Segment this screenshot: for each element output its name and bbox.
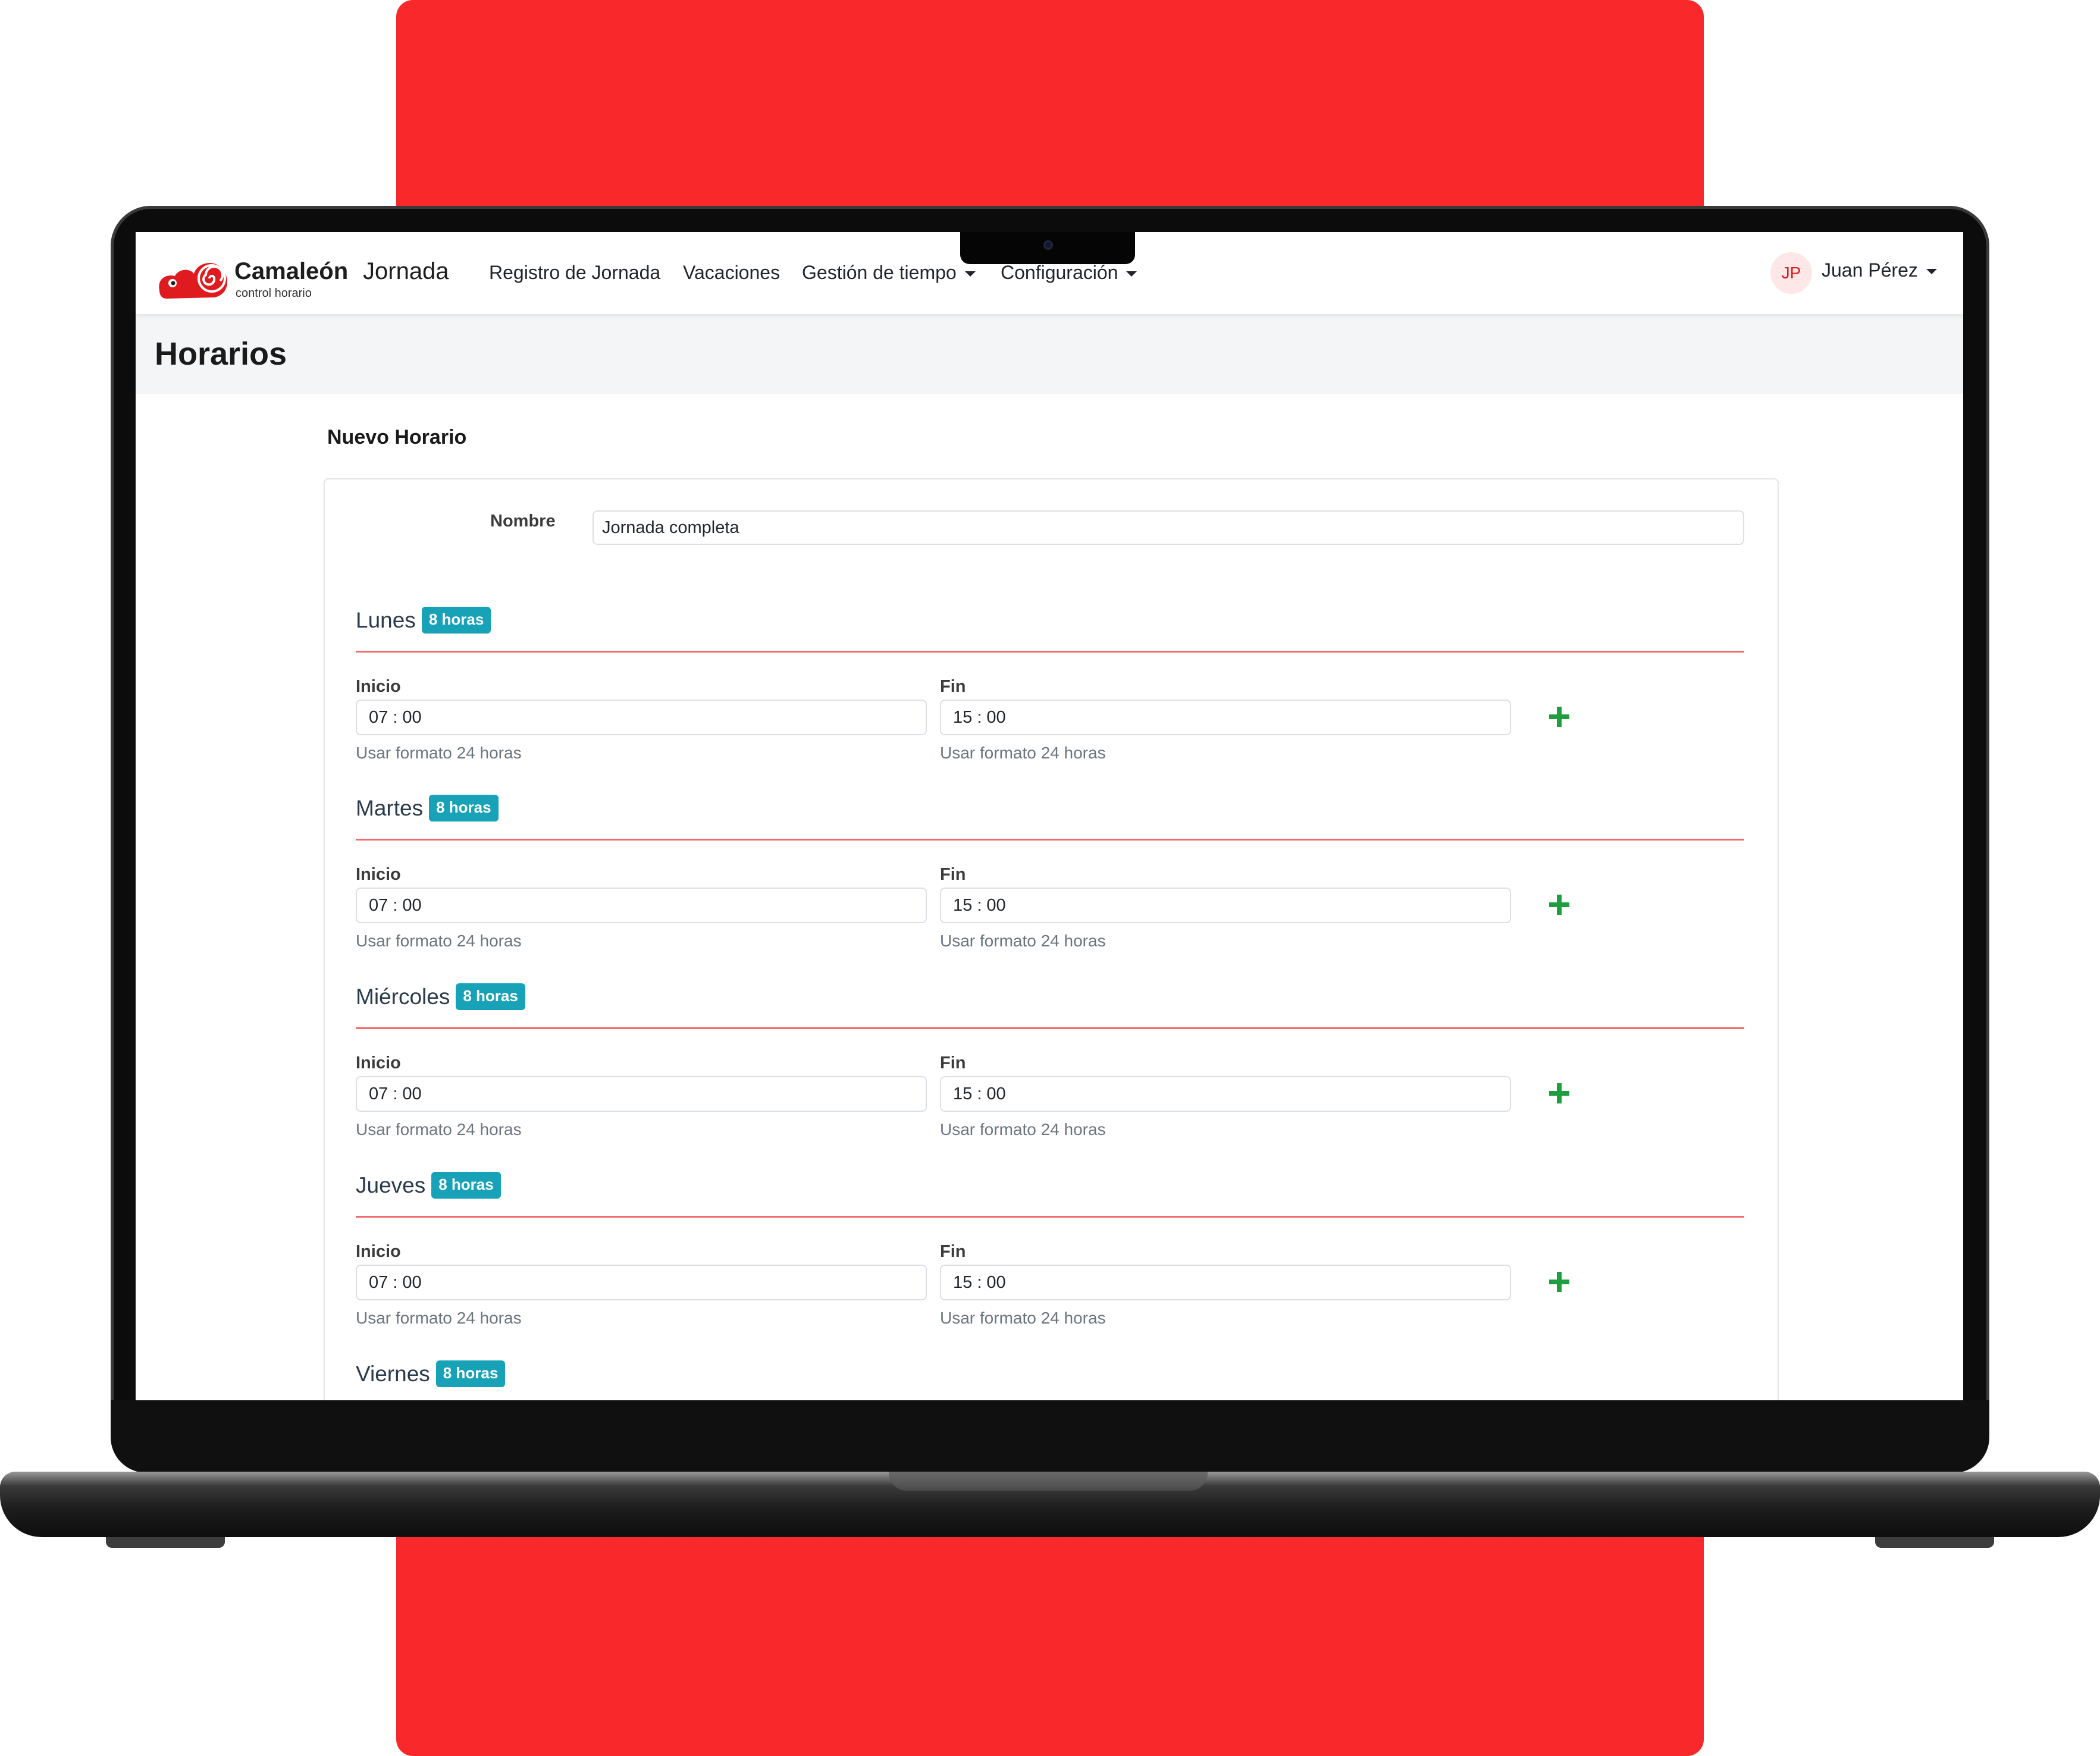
caret-down-icon	[964, 271, 976, 277]
fin-time-input[interactable]: 15 : 00	[940, 700, 1511, 735]
inicio-label: Inicio	[356, 1242, 401, 1261]
brand-logo[interactable]: Camaleón Jornada control horario	[155, 253, 449, 307]
laptop-chin	[111, 1400, 1989, 1473]
laptop-foot-right	[1875, 1537, 1994, 1548]
inicio-hint: Usar formato 24 horas	[356, 1309, 522, 1327]
caret-down-icon	[1926, 269, 1937, 275]
fin-hint: Usar formato 24 horas	[940, 932, 1106, 950]
fin-label: Fin	[940, 1053, 966, 1073]
inicio-time-input[interactable]: 07 : 00	[356, 1265, 927, 1300]
fin-hint: Usar formato 24 horas	[940, 744, 1106, 762]
chameleon-logo-icon	[159, 263, 228, 299]
day-header: Jueves 8 horas	[356, 1172, 501, 1205]
day-header: Lunes 8 horas	[356, 607, 491, 640]
day-header: Martes 8 horas	[356, 795, 499, 828]
laptop-base-notch	[889, 1472, 1208, 1491]
nav-configuracion[interactable]: Configuración	[1001, 262, 1137, 284]
day-divider	[356, 839, 1744, 841]
fin-hint: Usar formato 24 horas	[940, 1120, 1106, 1139]
day-name: Miércoles	[356, 984, 450, 1009]
laptop-screen: Camaleón Jornada control horario Registr…	[136, 232, 1963, 1400]
day-section-lunes: Lunes 8 horas Inicio Fin 07 : 00 15 : 00 …	[356, 607, 1744, 785]
inicio-hint: Usar formato 24 horas	[356, 744, 522, 762]
inicio-time-input[interactable]: 07 : 00	[356, 1076, 927, 1112]
brand-name-light: Jornada	[363, 258, 449, 284]
nav-label: Registro de Jornada	[489, 262, 661, 283]
day-header: Viernes 8 horas	[356, 1360, 506, 1394]
day-section-miercoles: Miércoles 8 horas Inicio Fin 07 : 00 15 :…	[356, 983, 1744, 1162]
laptop-foot-left	[106, 1537, 225, 1548]
user-name: Juan Pérez	[1822, 259, 1918, 281]
brand-subtitle: control horario	[236, 287, 312, 300]
hours-badge: 8 horas	[421, 607, 491, 634]
day-name: Viernes	[356, 1361, 430, 1386]
fin-label: Fin	[940, 677, 966, 696]
day-divider	[356, 1216, 1744, 1218]
day-name: Martes	[356, 795, 424, 820]
nav-gestion-de-tiempo[interactable]: Gestión de tiempo	[802, 262, 976, 284]
plus-icon[interactable]	[1546, 702, 1575, 732]
fin-time-input[interactable]: 15 : 00	[940, 1076, 1511, 1112]
day-section-jueves: Jueves 8 horas Inicio Fin 07 : 00 15 : 00…	[356, 1172, 1744, 1350]
day-header: Miércoles 8 horas	[356, 983, 525, 1017]
fin-label: Fin	[940, 865, 966, 884]
day-name: Jueves	[356, 1172, 426, 1197]
inicio-label: Inicio	[356, 1053, 401, 1073]
hours-badge: 8 horas	[429, 795, 499, 821]
page-header: Horarios	[136, 314, 1963, 394]
fin-time-input[interactable]: 15 : 00	[940, 888, 1511, 923]
inicio-time-input[interactable]: 07 : 00	[356, 700, 927, 735]
inicio-label: Inicio	[356, 677, 401, 696]
nav-label: Gestión de tiempo	[802, 262, 957, 283]
day-section-martes: Martes 8 horas Inicio Fin 07 : 00 15 : 00…	[356, 795, 1744, 973]
nav-label: Configuración	[1001, 262, 1118, 283]
day-section-viernes: Viernes8 horas Inicio Fin	[356, 1360, 1744, 1400]
fin-hint: Usar formato 24 horas	[940, 1309, 1106, 1327]
caret-down-icon	[1126, 271, 1137, 277]
page-title: Horarios	[155, 336, 287, 372]
inicio-hint: Usar formato 24 horas	[356, 1120, 522, 1139]
inicio-label: Inicio	[356, 865, 401, 884]
day-name: Lunes	[356, 607, 416, 632]
nav-registro-de-jornada[interactable]: Registro de Jornada	[489, 262, 660, 284]
user-menu[interactable]: Juan Pérez	[1822, 259, 1937, 281]
section-title: Nuevo Horario	[327, 426, 467, 449]
fin-time-input[interactable]: 15 : 00	[940, 1265, 1511, 1300]
fin-label: Fin	[940, 1242, 966, 1261]
plus-icon[interactable]	[1546, 890, 1575, 920]
plus-icon[interactable]	[1546, 1267, 1575, 1297]
user-avatar[interactable]: JP	[1770, 252, 1812, 294]
nav-vacaciones[interactable]: Vacaciones	[683, 262, 780, 284]
camera-icon	[1043, 240, 1053, 250]
inicio-time-input[interactable]: 07 : 00	[356, 888, 927, 923]
nombre-input[interactable]: Jornada completa	[593, 510, 1744, 545]
hours-badge: 8 horas	[431, 1172, 501, 1199]
nav-label: Vacaciones	[683, 262, 781, 283]
hours-badge: 8 horas	[435, 1360, 506, 1387]
brand-name-bold: Camaleón	[234, 258, 349, 284]
plus-icon[interactable]	[1546, 1078, 1575, 1108]
day-divider	[356, 651, 1744, 653]
hours-badge: 8 horas	[456, 983, 525, 1010]
inicio-hint: Usar formato 24 horas	[356, 932, 522, 950]
day-divider	[356, 1027, 1744, 1029]
nombre-label: Nombre	[490, 512, 556, 531]
